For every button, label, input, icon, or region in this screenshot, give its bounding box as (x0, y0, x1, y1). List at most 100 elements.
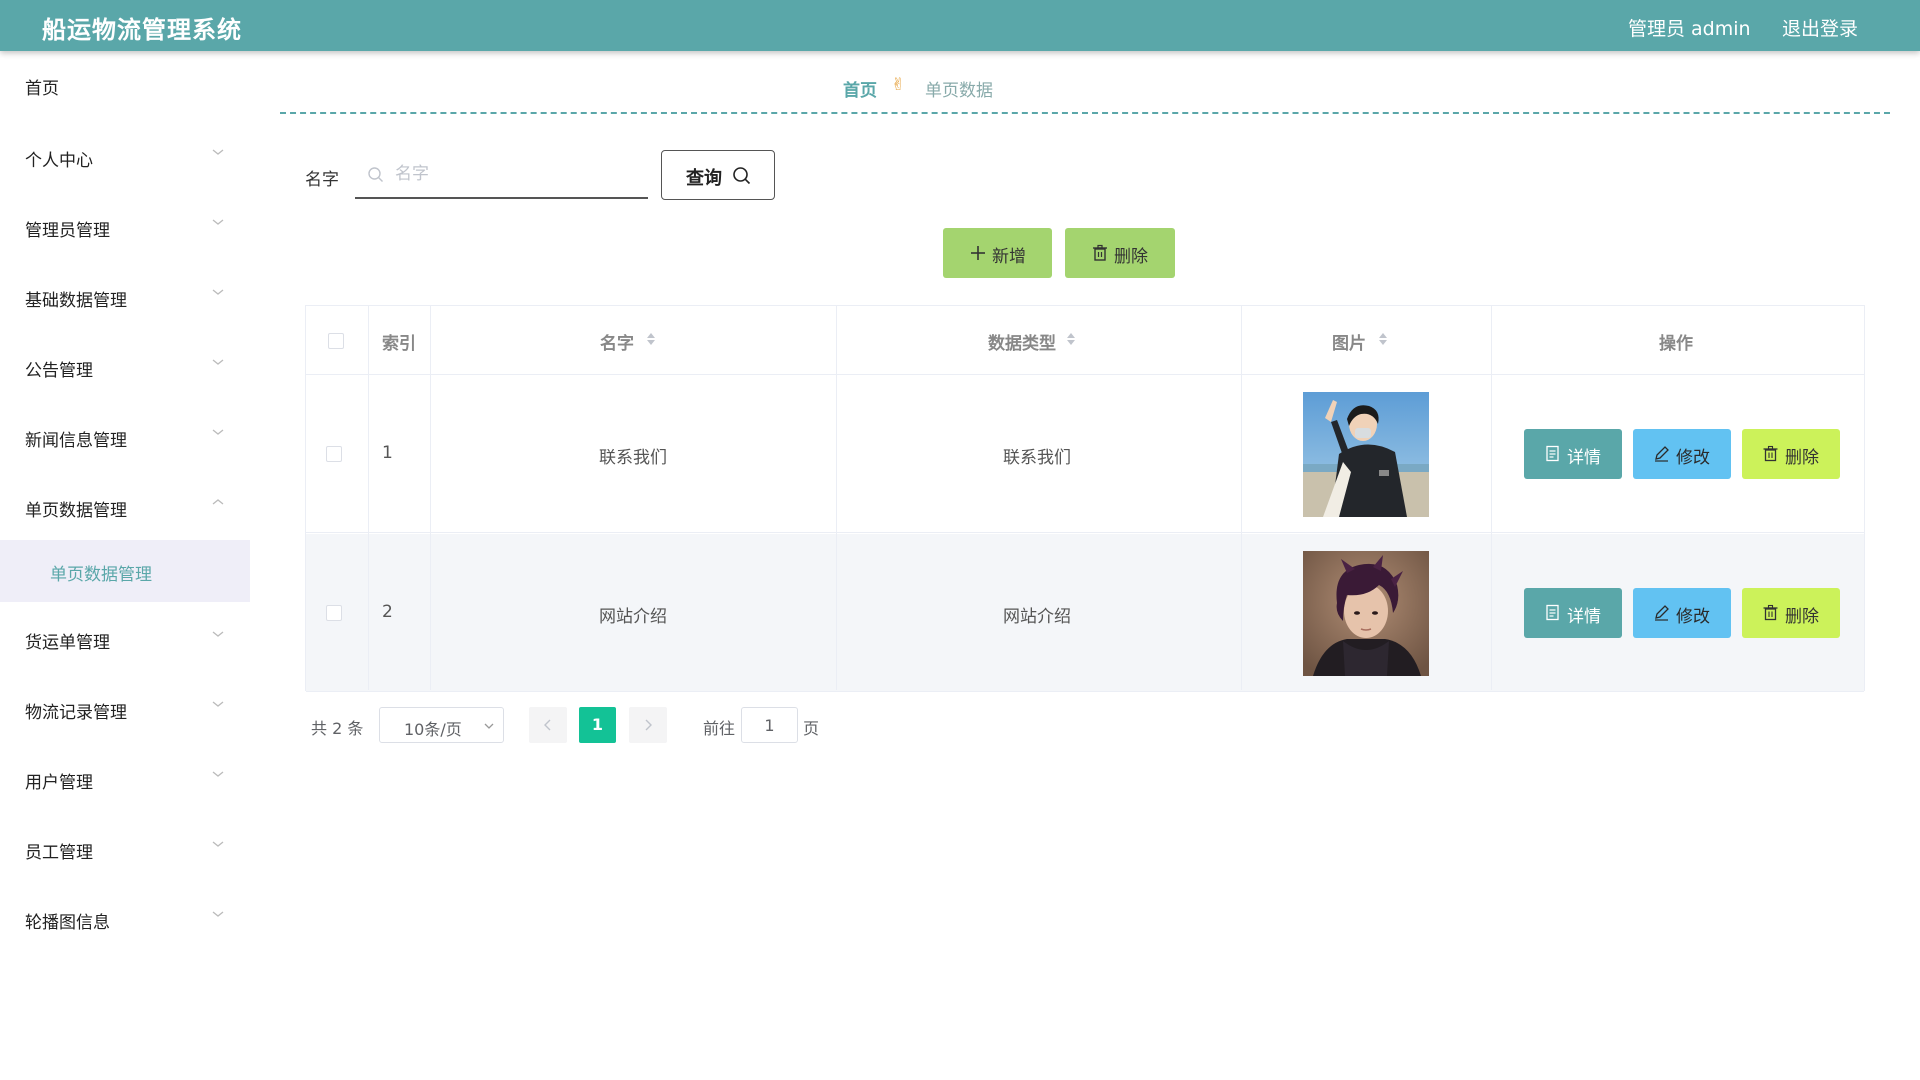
page-size-select[interactable]: 10条/页 (379, 707, 504, 743)
table-row: 2 网站介绍 网站介绍 详情 修改 删除 (306, 534, 1864, 692)
sidebar-item-basic-data[interactable]: 基础数据管理 (0, 272, 250, 322)
sidebar-item-label: 单页数据管理 (25, 501, 127, 521)
table-row: 1 联系我们 联系我们 详情 修改 删除 (306, 375, 1864, 533)
chevron-down-icon (484, 723, 494, 729)
sidebar-item-label: 新闻信息管理 (25, 431, 127, 451)
edit-button-label: 修改 (1676, 448, 1710, 468)
chevron-down-icon (212, 219, 224, 225)
page-number-current[interactable]: 1 (579, 707, 616, 743)
sidebar-item-label: 首页 (25, 79, 59, 99)
detail-button[interactable]: 详情 (1524, 588, 1622, 638)
search-icon (368, 167, 383, 182)
sidebar-item-admin-management[interactable]: 管理员管理 (0, 202, 250, 252)
row-image[interactable] (1303, 392, 1429, 517)
row-data-type: 网站介绍 (1003, 607, 1071, 627)
delete-button[interactable]: 删除 (1742, 429, 1840, 479)
sort-icon[interactable] (646, 330, 656, 348)
column-divider (430, 306, 431, 690)
column-divider (1491, 306, 1492, 690)
chevron-down-icon (212, 701, 224, 707)
search-label: 名字 (305, 170, 339, 190)
edit-button-label: 修改 (1676, 607, 1710, 627)
sidebar-item-announcements[interactable]: 公告管理 (0, 342, 250, 392)
search-icon (733, 167, 751, 185)
select-all-checkbox[interactable] (328, 333, 344, 349)
query-button-label: 查询 (686, 168, 722, 189)
edit-button[interactable]: 修改 (1633, 588, 1731, 638)
chevron-up-icon (212, 499, 224, 505)
sidebar-subitem-single-page-data[interactable]: 单页数据管理 (0, 540, 250, 602)
plus-icon (971, 246, 985, 260)
search-input[interactable] (393, 159, 633, 189)
row-image[interactable] (1303, 551, 1429, 676)
sidebar-subitem-label: 单页数据管理 (50, 565, 152, 585)
pagination-total: 共 2 条 (311, 719, 364, 738)
batch-delete-button[interactable]: 删除 (1065, 228, 1175, 278)
document-icon (1546, 445, 1559, 462)
sidebar-item-news[interactable]: 新闻信息管理 (0, 412, 250, 462)
chevron-down-icon (212, 149, 224, 155)
query-button[interactable]: 查询 (661, 150, 775, 200)
sidebar-item-label: 员工管理 (25, 843, 93, 863)
column-header-actions: 操作 (1659, 334, 1693, 354)
admin-user-label: 管理员 admin (1628, 18, 1751, 40)
column-header-image[interactable]: 图片 (1332, 329, 1366, 354)
sidebar-item-label: 轮播图信息 (25, 913, 110, 933)
sidebar-item-label: 公告管理 (25, 361, 93, 381)
sidebar-item-single-page-data[interactable]: 单页数据管理 (0, 482, 250, 532)
row-name: 网站介绍 (599, 607, 667, 627)
column-header-name[interactable]: 名字 (600, 329, 634, 354)
sidebar-item-label: 基础数据管理 (25, 291, 127, 311)
sidebar-item-home[interactable]: 首页 (0, 60, 250, 110)
delete-button[interactable]: 删除 (1742, 588, 1840, 638)
top-header: 船运物流管理系统 管理员 admin 退出登录 (0, 0, 1920, 51)
chevron-down-icon (212, 841, 224, 847)
row-name: 联系我们 (599, 448, 667, 468)
column-header-index: 索引 (382, 334, 416, 354)
chevron-down-icon (212, 771, 224, 777)
page-suffix: 页 (803, 719, 820, 738)
chevron-down-icon (212, 631, 224, 637)
sidebar-item-logistics-records[interactable]: 物流记录管理 (0, 684, 250, 734)
sidebar-item-carousel[interactable]: 轮播图信息 (0, 894, 250, 944)
prev-page-button[interactable] (529, 707, 567, 743)
sort-icon[interactable] (1378, 330, 1388, 348)
goto-page-input[interactable] (741, 707, 798, 743)
table-header: 索引 名字 数据类型 图片 操作 (306, 306, 1864, 375)
row-data-type: 联系我们 (1003, 448, 1071, 468)
detail-button[interactable]: 详情 (1524, 429, 1622, 479)
batch-delete-label: 删除 (1114, 247, 1148, 267)
next-page-button[interactable] (629, 707, 667, 743)
breadcrumb-current: 单页数据 (925, 81, 993, 101)
sidebar-item-freight-orders[interactable]: 货运单管理 (0, 614, 250, 664)
column-header-data-type[interactable]: 数据类型 (988, 329, 1056, 354)
column-divider (836, 306, 837, 690)
sidebar-item-label: 用户管理 (25, 773, 93, 793)
sort-icon[interactable] (1066, 330, 1076, 348)
chevron-down-icon (212, 359, 224, 365)
photo-man-purple-hair (1303, 551, 1429, 676)
detail-button-label: 详情 (1567, 448, 1601, 468)
add-button[interactable]: 新增 (943, 228, 1052, 278)
breadcrumb-home[interactable]: 首页 (843, 76, 877, 101)
pencil-icon (1655, 605, 1669, 621)
search-field (355, 151, 648, 199)
edit-button[interactable]: 修改 (1633, 429, 1731, 479)
pencil-icon (1655, 446, 1669, 462)
sidebar-item-users[interactable]: 用户管理 (0, 754, 250, 804)
row-checkbox[interactable] (326, 446, 342, 462)
sidebar-item-label: 物流记录管理 (25, 703, 127, 723)
chevron-left-icon (544, 719, 551, 731)
detail-button-label: 详情 (1567, 607, 1601, 627)
add-button-label: 新增 (992, 247, 1026, 267)
column-divider (368, 306, 369, 690)
row-checkbox[interactable] (326, 605, 342, 621)
hand-icon: ✌ (891, 75, 906, 95)
chevron-down-icon (212, 911, 224, 917)
chevron-down-icon (212, 429, 224, 435)
chevron-right-icon (645, 719, 652, 731)
sidebar-item-employees[interactable]: 员工管理 (0, 824, 250, 874)
sidebar-item-personal-center[interactable]: 个人中心 (0, 132, 250, 182)
chevron-down-icon (212, 289, 224, 295)
logout-link[interactable]: 退出登录 (1782, 14, 1858, 41)
